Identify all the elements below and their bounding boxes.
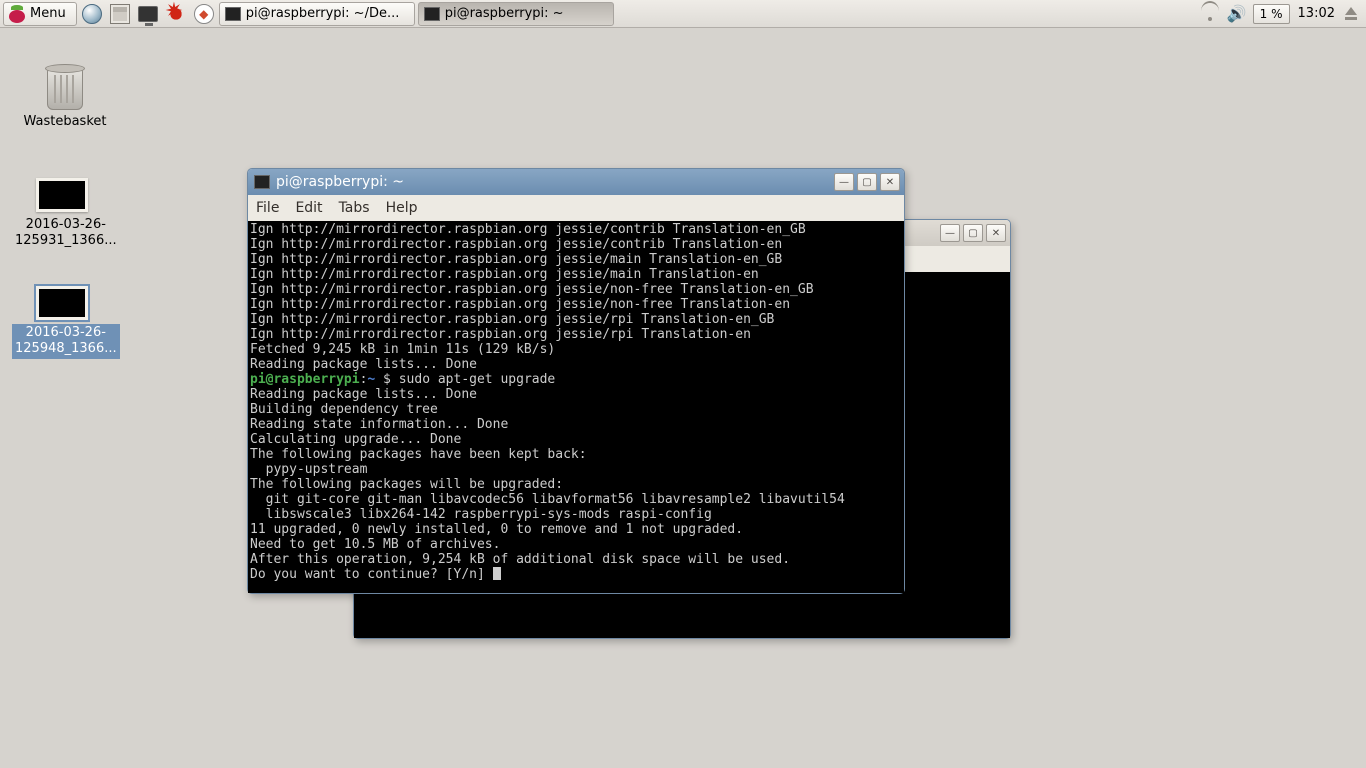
launcher-terminal[interactable] xyxy=(135,2,161,26)
cpu-usage-indicator[interactable]: 1 % xyxy=(1253,4,1290,24)
desktop-icon-label: 2016-03-26-125931_1366... xyxy=(12,216,120,251)
desktop[interactable]: Wastebasket 2016-03-26-125931_1366... 20… xyxy=(0,28,1366,768)
starburst-icon xyxy=(166,4,186,24)
cpu-value: 1 % xyxy=(1260,7,1283,21)
menu-tabs[interactable]: Tabs xyxy=(339,200,370,216)
menu-help[interactable]: Help xyxy=(386,200,418,216)
start-menu-label: Menu xyxy=(30,6,66,21)
minimize-button[interactable]: — xyxy=(834,173,854,191)
launcher-wolfram[interactable]: ◆ xyxy=(191,2,217,26)
desktop-icon-wastebasket[interactable]: Wastebasket xyxy=(15,68,115,131)
clock[interactable]: 13:02 xyxy=(1298,6,1335,21)
close-button[interactable]: ✕ xyxy=(880,173,900,191)
network-icon[interactable] xyxy=(1201,7,1219,21)
taskbar: Menu ◆ pi@raspberrypi: ~/De... pi@raspbe… xyxy=(0,0,1366,28)
desktop-icon-label: 2016-03-26-125948_1366... xyxy=(12,324,120,359)
terminal-body[interactable]: Ign http://mirrordirector.raspbian.org j… xyxy=(248,221,904,593)
globe-icon xyxy=(82,4,102,24)
close-button[interactable]: ✕ xyxy=(986,224,1006,242)
volume-icon[interactable]: 🔊 xyxy=(1227,6,1245,22)
taskbar-task-1[interactable]: pi@raspberrypi: ~ xyxy=(418,2,614,26)
launcher-web-browser[interactable] xyxy=(79,2,105,26)
maximize-button[interactable]: ▢ xyxy=(857,173,877,191)
file-manager-icon xyxy=(110,4,130,24)
window-buttons: — ▢ ✕ xyxy=(940,224,1006,242)
taskbar-task-0[interactable]: pi@raspberrypi: ~/De... xyxy=(219,2,415,26)
image-thumbnail-icon xyxy=(36,178,88,212)
task-label: pi@raspberrypi: ~ xyxy=(445,6,564,21)
image-thumbnail-icon xyxy=(36,286,88,320)
desktop-icon-screenshot-1[interactable]: 2016-03-26-125931_1366... xyxy=(12,178,112,251)
maximize-button[interactable]: ▢ xyxy=(963,224,983,242)
menu-file[interactable]: File xyxy=(256,200,279,216)
titlebar[interactable]: pi@raspberrypi: ~ — ▢ ✕ xyxy=(248,169,904,195)
eject-icon[interactable] xyxy=(1343,7,1359,21)
window-title: pi@raspberrypi: ~ xyxy=(276,174,834,190)
desktop-icon-screenshot-2[interactable]: 2016-03-26-125948_1366... xyxy=(12,286,112,359)
window-buttons: — ▢ ✕ xyxy=(834,173,900,191)
wolfram-icon: ◆ xyxy=(194,4,214,24)
terminal-icon xyxy=(424,7,440,21)
start-menu-button[interactable]: Menu xyxy=(3,2,77,26)
terminal-icon xyxy=(225,7,241,21)
trash-icon xyxy=(47,68,83,110)
system-tray: 🔊 1 % 13:02 xyxy=(1201,4,1363,24)
terminal-icon xyxy=(254,175,270,189)
menubar: File Edit Tabs Help xyxy=(248,195,904,221)
menu-edit[interactable]: Edit xyxy=(295,200,322,216)
minimize-button[interactable]: — xyxy=(940,224,960,242)
task-label: pi@raspberrypi: ~/De... xyxy=(246,6,400,21)
launcher-mathematica[interactable] xyxy=(163,2,189,26)
raspberry-pi-logo-icon xyxy=(8,5,26,23)
desktop-icon-label: Wastebasket xyxy=(20,113,109,131)
launcher-file-manager[interactable] xyxy=(107,2,133,26)
terminal-window-foreground[interactable]: pi@raspberrypi: ~ — ▢ ✕ File Edit Tabs H… xyxy=(247,168,905,594)
terminal-icon xyxy=(138,6,158,22)
